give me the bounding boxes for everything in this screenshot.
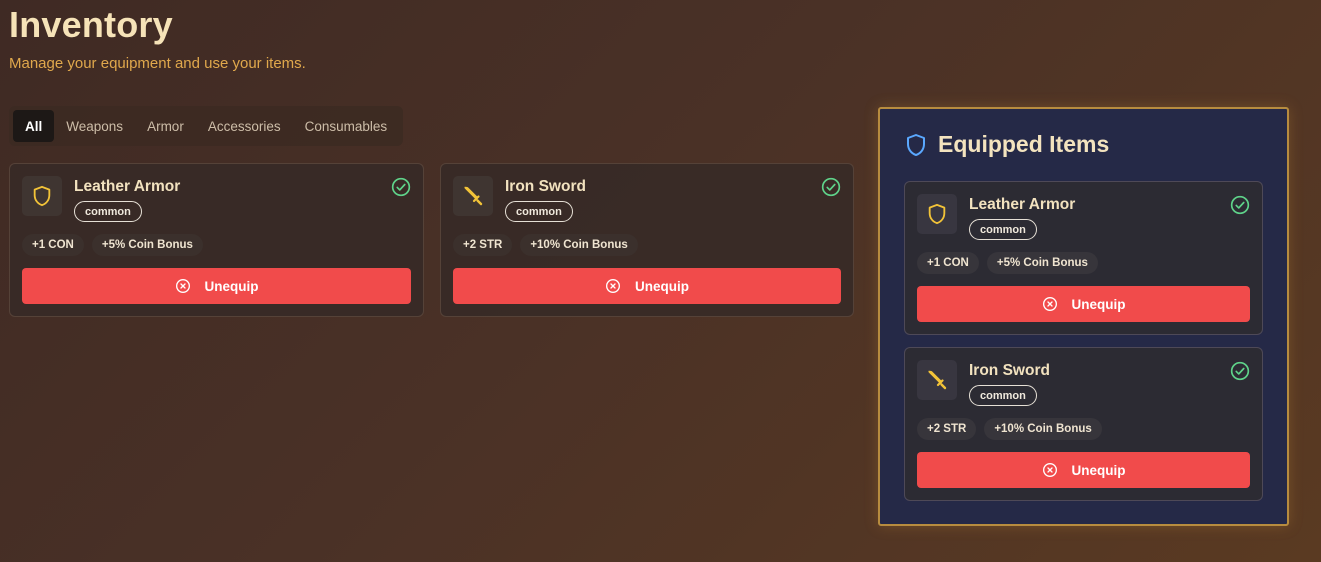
item-name: Leather Armor: [969, 196, 1076, 213]
equipped-check-icon: [1230, 361, 1250, 381]
item-stats: +1 CON +5% Coin Bonus: [917, 252, 1098, 274]
x-circle-icon: [175, 279, 190, 293]
tab-all[interactable]: All: [13, 110, 55, 142]
tab-armor[interactable]: Armor: [135, 110, 196, 142]
rarity-badge: common: [505, 201, 573, 222]
equipped-title: Equipped Items: [904, 131, 1109, 158]
equipped-check-icon: [821, 177, 841, 197]
category-tabs: All Weapons Armor Accessories Consumable…: [9, 106, 404, 146]
rarity-badge: common: [969, 219, 1037, 240]
page-subtitle: Manage your equipment and use your items…: [9, 55, 306, 72]
equipped-title-text: Equipped Items: [938, 131, 1110, 157]
item-card-leather-armor: Leather Armor common +1 CON +5% Coin Bon…: [9, 163, 424, 317]
unequip-label: Unequip: [1071, 462, 1126, 478]
tab-weapons[interactable]: Weapons: [54, 110, 135, 142]
stat-badge: +10% Coin Bonus: [520, 234, 638, 256]
stat-badge: +5% Coin Bonus: [91, 234, 203, 256]
stat-badge: +1 CON: [22, 234, 84, 256]
stat-badge: +10% Coin Bonus: [984, 418, 1102, 440]
stat-badge: +1 CON: [917, 252, 979, 274]
stat-badge: +2 STR: [453, 234, 513, 256]
item-name: Leather Armor: [74, 178, 181, 195]
unequip-label: Unequip: [1071, 296, 1126, 312]
shield-outline-icon: [907, 133, 925, 156]
x-circle-icon: [1042, 463, 1057, 477]
equipped-card-leather-armor: Leather Armor common +1 CON +5% Coin Bon…: [904, 181, 1263, 335]
equipped-card-iron-sword: Iron Sword common +2 STR +10% Coin Bonus…: [904, 347, 1263, 501]
stat-badge: +5% Coin Bonus: [986, 252, 1098, 274]
item-card-iron-sword: Iron Sword common +2 STR +10% Coin Bonus…: [440, 163, 854, 317]
tab-consumables[interactable]: Consumables: [293, 110, 400, 142]
shield-icon: [33, 185, 51, 207]
item-icon-box: [917, 360, 957, 400]
item-icon-box: [917, 194, 957, 234]
shield-icon: [928, 203, 946, 225]
sword-icon: [464, 186, 483, 206]
item-name: Iron Sword: [505, 178, 586, 195]
unequip-label: Unequip: [204, 278, 259, 294]
stat-badge: +2 STR: [917, 418, 977, 440]
unequip-button[interactable]: Unequip: [917, 286, 1250, 322]
unequip-button[interactable]: Unequip: [453, 268, 841, 304]
equipped-check-icon: [1230, 195, 1250, 215]
item-icon-box: [453, 176, 493, 216]
rarity-badge: common: [969, 385, 1037, 406]
equipped-items-panel: Equipped Items Leather Armor common +1 C…: [878, 107, 1289, 526]
page-title: Inventory: [9, 4, 173, 45]
unequip-button[interactable]: Unequip: [22, 268, 411, 304]
x-circle-icon: [606, 279, 620, 293]
item-stats: +1 CON +5% Coin Bonus: [22, 234, 203, 256]
rarity-badge: common: [74, 201, 142, 222]
equipped-check-icon: [391, 177, 411, 197]
item-icon-box: [22, 176, 62, 216]
unequip-button[interactable]: Unequip: [917, 452, 1250, 488]
unequip-label: Unequip: [635, 278, 689, 294]
x-circle-icon: [1042, 297, 1057, 311]
item-name: Iron Sword: [969, 362, 1050, 379]
item-stats: +2 STR +10% Coin Bonus: [917, 418, 1102, 440]
sword-icon: [928, 370, 947, 390]
tab-accessories[interactable]: Accessories: [196, 110, 293, 142]
item-stats: +2 STR +10% Coin Bonus: [453, 234, 638, 256]
